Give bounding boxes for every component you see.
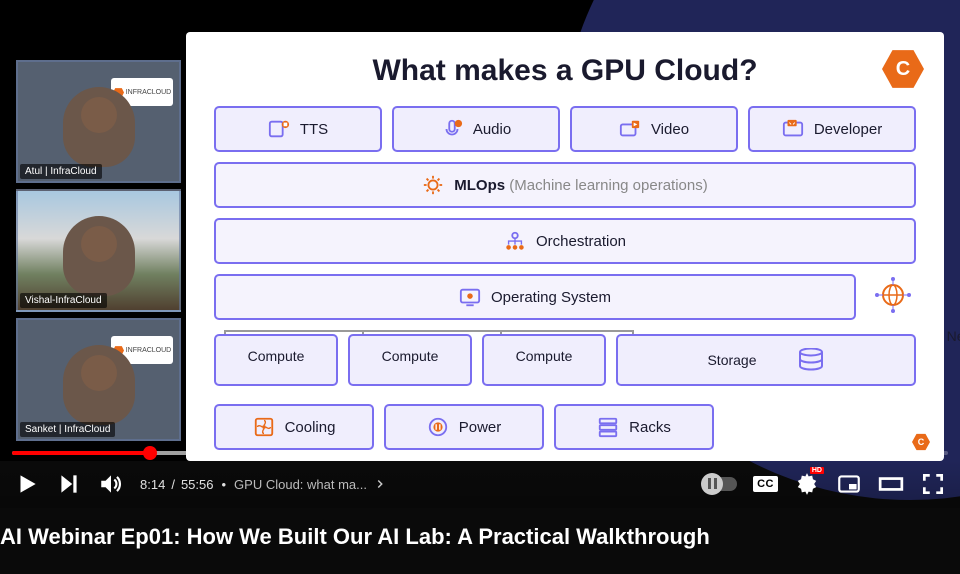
os-icon xyxy=(459,286,481,308)
chevron-right-icon xyxy=(373,477,387,491)
avatar xyxy=(63,216,135,296)
cooling-icon xyxy=(253,416,275,438)
time-chapter[interactable]: 8:14 / 55:56 • GPU Cloud: what ma... xyxy=(140,477,387,492)
progress-played xyxy=(12,451,150,455)
next-button[interactable] xyxy=(56,471,82,497)
avatar xyxy=(63,87,135,167)
video-box: Video xyxy=(570,106,738,152)
participants-column: INFRACLOUD Atul | InfraCloud Vishal-Infr… xyxy=(16,60,181,441)
network-icon xyxy=(870,272,916,318)
participant-tile: Vishal-InfraCloud xyxy=(16,189,181,312)
audio-box: Audio xyxy=(392,106,560,152)
mlops-box: MLOps (Machine learning operations) xyxy=(214,162,916,208)
video-icon xyxy=(619,118,641,140)
participant-label: Vishal-InfraCloud xyxy=(20,293,107,308)
volume-button[interactable] xyxy=(98,471,124,497)
play-button[interactable] xyxy=(14,471,40,497)
theater-button[interactable] xyxy=(878,471,904,497)
developer-box: Developer xyxy=(748,106,916,152)
power-box: Power xyxy=(384,404,544,450)
slide-brand-logo: C xyxy=(882,48,924,90)
player-controls: 8:14 / 55:56 • GPU Cloud: what ma... CC … xyxy=(0,460,960,508)
tts-icon xyxy=(268,118,290,140)
workload-row: TTS Audio Video Developer xyxy=(214,106,916,152)
compute-box: Compute xyxy=(214,334,338,386)
participant-label: Sanket | InfraCloud xyxy=(20,422,115,437)
presentation-slide: C C What makes a GPU Cloud? TTS Audio xyxy=(186,32,944,461)
duration: 55:56 xyxy=(181,477,214,492)
participant-tile: INFRACLOUD Atul | InfraCloud xyxy=(16,60,181,183)
compute-box: Compute xyxy=(482,334,606,386)
avatar xyxy=(63,345,135,425)
racks-box: Racks xyxy=(554,404,714,450)
chapter-title: GPU Cloud: what ma... xyxy=(234,477,367,492)
settings-button[interactable]: HD xyxy=(794,471,820,497)
participant-tile: INFRACLOUD Sanket | InfraCloud xyxy=(16,318,181,441)
compute-box: Compute xyxy=(348,334,472,386)
cooling-box: Cooling xyxy=(214,404,374,450)
slide-title: What makes a GPU Cloud? xyxy=(214,54,916,88)
scrubber-handle[interactable] xyxy=(143,446,157,460)
participant-label: Atul | InfraCloud xyxy=(20,164,102,179)
audio-icon xyxy=(441,118,463,140)
orchestration-icon xyxy=(504,230,526,252)
network-label: Network xyxy=(947,328,960,344)
video-frame: INFRACLOUD Atul | InfraCloud Vishal-Infr… xyxy=(0,0,960,461)
os-box: Operating System xyxy=(214,274,856,320)
orchestration-box: Orchestration xyxy=(214,218,916,264)
video-title: AI Webinar Ep01: How We Built Our AI Lab… xyxy=(0,524,960,550)
storage-box: Storage xyxy=(616,334,916,386)
miniplayer-button[interactable] xyxy=(836,471,862,497)
power-icon xyxy=(427,416,449,438)
hd-badge: HD xyxy=(810,467,824,474)
infra-section: Network Compute Compute Compute Storage xyxy=(214,334,916,450)
racks-icon xyxy=(597,416,619,438)
tts-box: TTS xyxy=(214,106,382,152)
autoplay-toggle[interactable] xyxy=(703,477,737,491)
title-row: AI Webinar Ep01: How We Built Our AI Lab… xyxy=(0,516,960,558)
developer-icon xyxy=(782,118,804,140)
current-time: 8:14 xyxy=(140,477,165,492)
progress-bar[interactable] xyxy=(12,451,948,455)
captions-button[interactable]: CC xyxy=(753,476,778,492)
gear-icon xyxy=(422,174,444,196)
storage-icon xyxy=(797,348,825,372)
fullscreen-button[interactable] xyxy=(920,471,946,497)
